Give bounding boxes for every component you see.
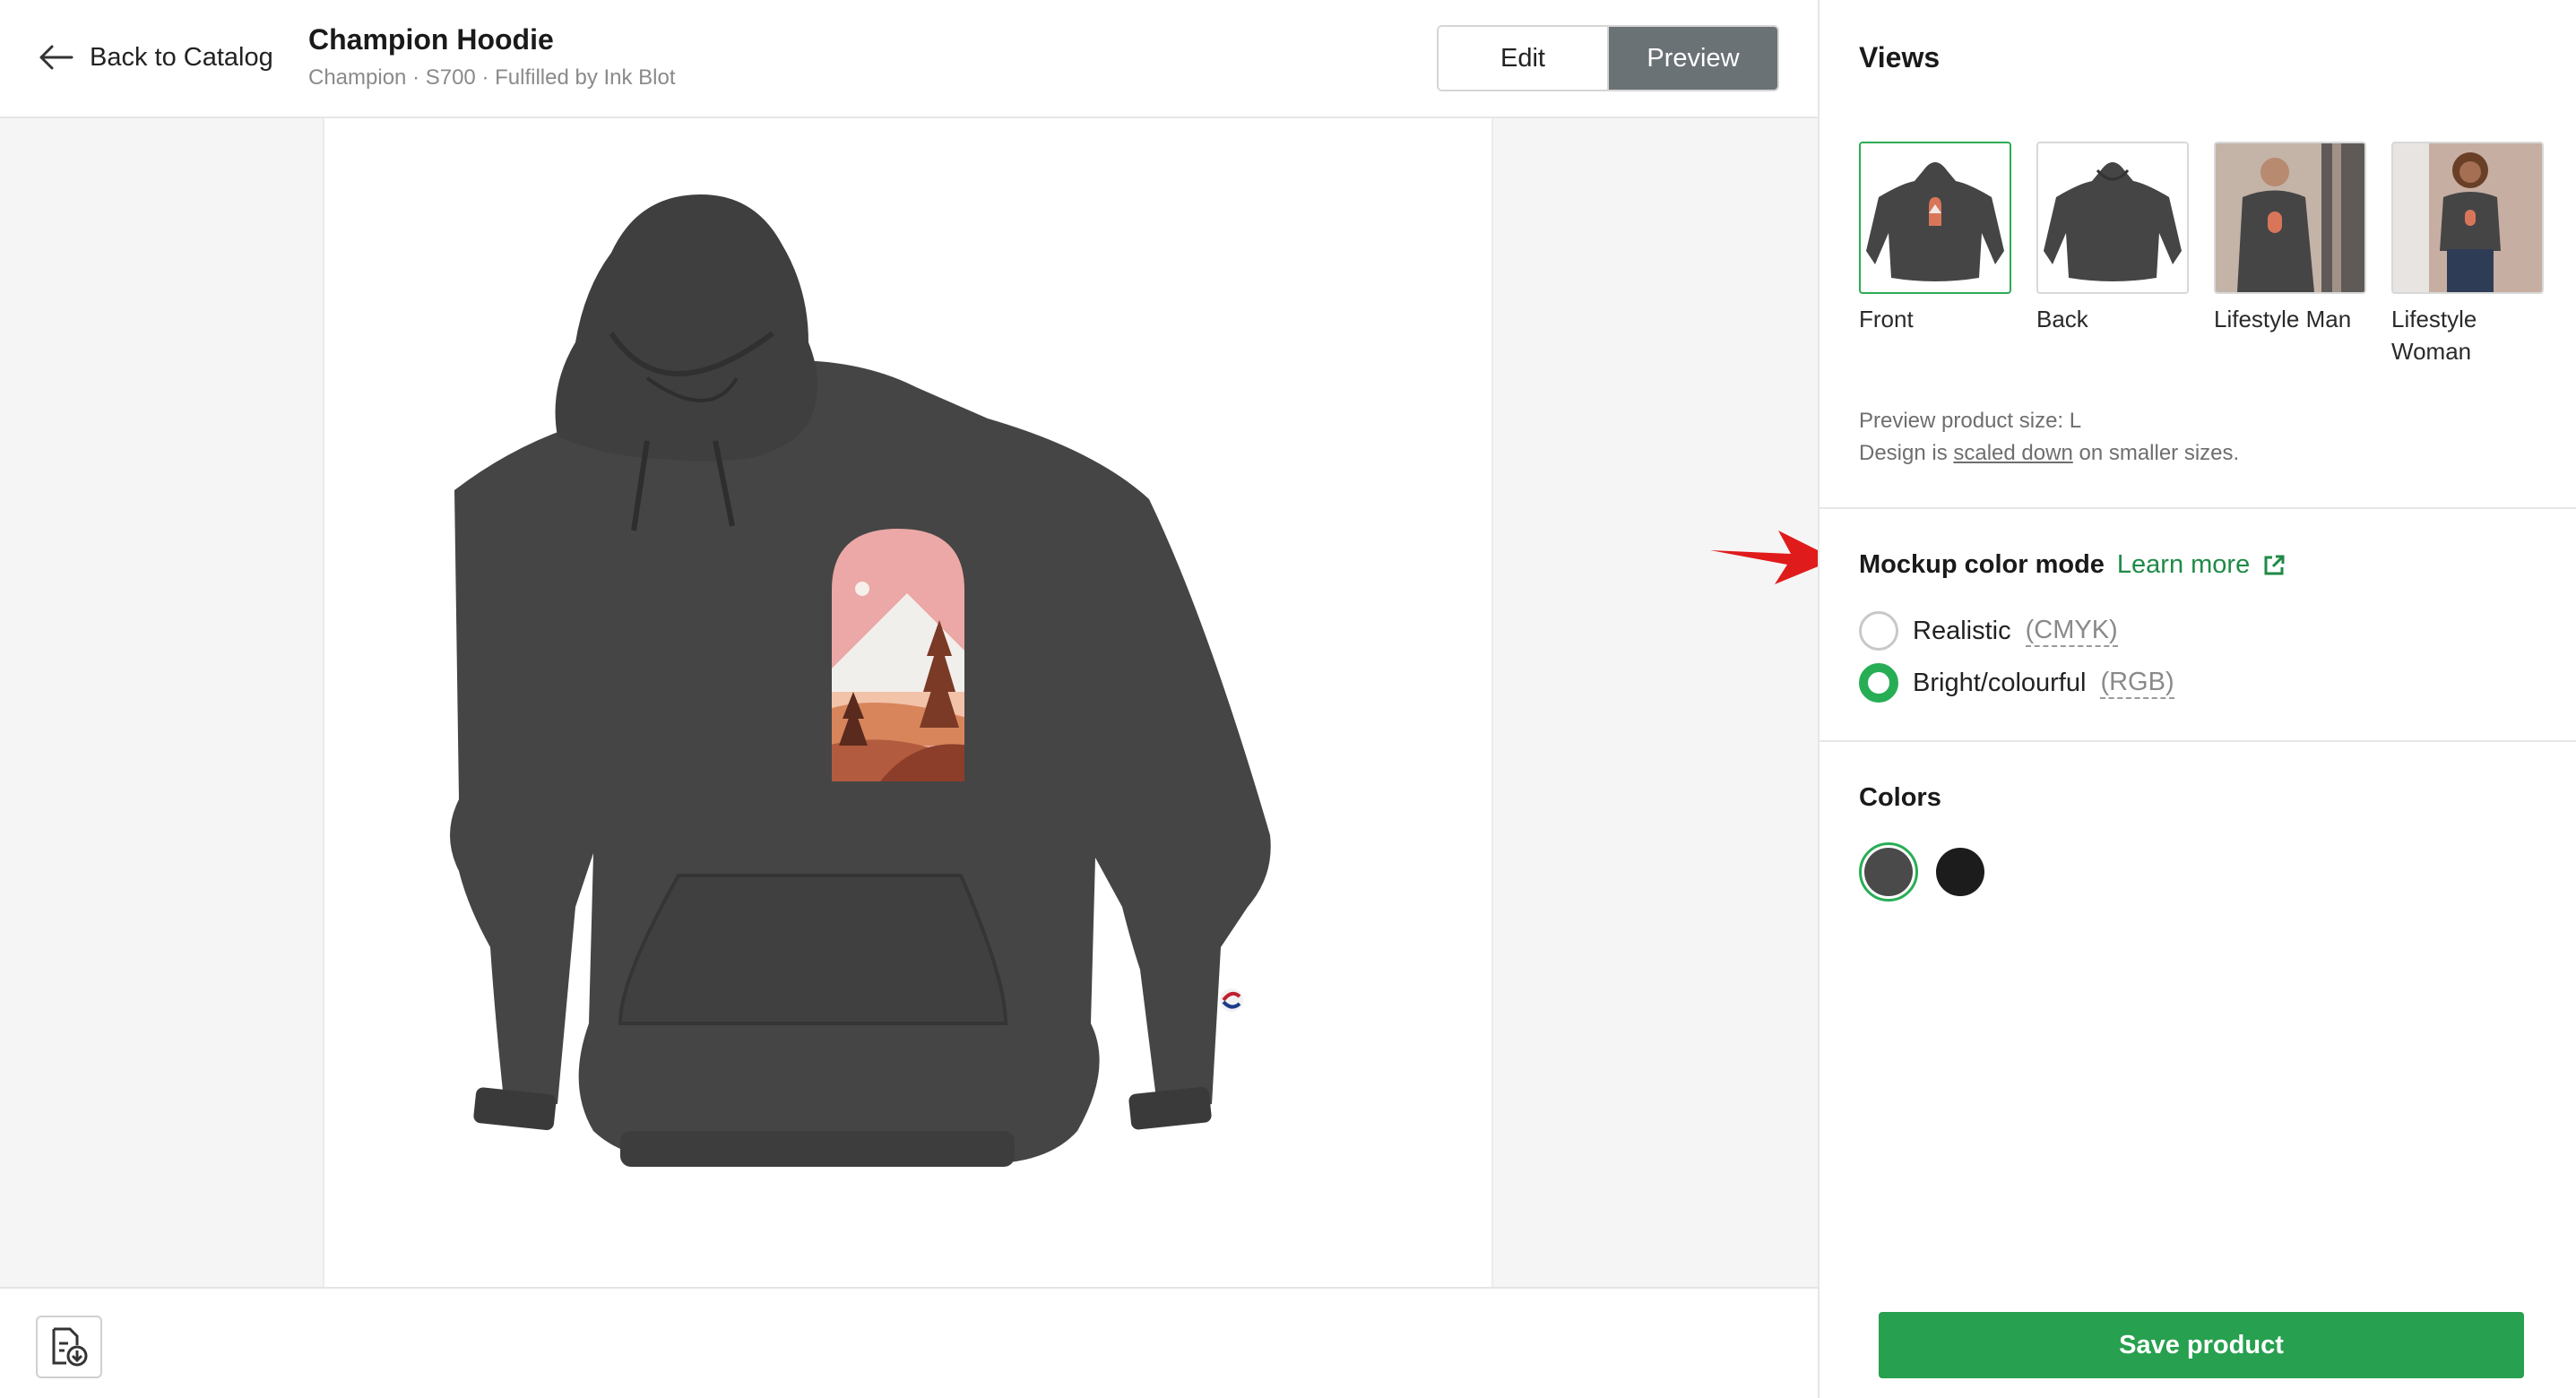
radio-realistic-note: (CMYK) [2025,616,2118,647]
edit-preview-toggle: Edit Preview [1437,25,1779,91]
product-title-block: Champion Hoodie Champion · S700 · Fulfil… [308,23,676,91]
mockup-color-mode-header: Mockup color mode Learn more [1859,550,2286,580]
view-thumb-lifestyle-man[interactable]: Lifestyle Man [2214,142,2366,367]
mockup-color-mode-title: Mockup color mode [1859,550,2105,579]
scale-note: Design is scaled down on smaller sizes. [1859,437,2239,470]
scale-note-pre: Design is [1859,441,1954,465]
thumb-lifestyle-woman-label: Lifestyle Woman [2391,306,2477,365]
view-thumb-lifestyle-woman[interactable]: Lifestyle Woman [2391,142,2544,367]
file-download-icon [52,1327,88,1367]
arrow-left-icon [39,45,73,70]
color-swatch-charcoal[interactable] [1859,842,1918,902]
views-title: Views [1859,41,1941,73]
download-mockup-button[interactable] [36,1316,102,1378]
swatch-fill [1936,848,1984,896]
radio-bright-colourful[interactable]: Bright/colourful (RGB) [1859,663,2174,703]
radio-realistic-label: Realistic [1913,616,2011,645]
external-link-icon[interactable] [2262,554,2286,577]
thumb-back-label: Back [2036,306,2088,332]
radio-bright-control[interactable] [1859,663,1898,703]
thumb-back-image [2036,142,2189,294]
divider [1820,507,2576,509]
view-thumb-front[interactable]: Front [1859,142,2011,367]
annotation-arrow-icon [1710,531,1836,584]
thumb-lifestyle-man-label: Lifestyle Man [2214,306,2352,332]
right-sidebar: Views Front Back Lifestyle Man Lifestyle… [1818,0,2576,1398]
swatch-fill [1864,848,1913,896]
view-thumbnails: Front Back Lifestyle Man Lifestyle Woman [1859,142,2544,367]
page-title: Champion Hoodie [308,23,554,56]
color-swatches [1859,842,1990,902]
radio-bright-note: (RGB) [2100,668,2174,699]
divider [1820,740,2576,742]
print-design [832,529,964,781]
radio-realistic[interactable]: Realistic (CMYK) [1859,611,2118,651]
thumb-front-label: Front [1859,306,1914,332]
size-info: Preview product size: L Design is scaled… [1859,405,2239,470]
product-subtitle: Champion · S700 · Fulfilled by Ink Blot [308,65,676,90]
back-to-catalog-link[interactable]: Back to Catalog [38,34,273,81]
preview-size-text: Preview product size: L [1859,409,2082,433]
save-product-button[interactable]: Save product [1879,1312,2524,1378]
mockup-stage [323,118,1493,1287]
tab-edit[interactable]: Edit [1439,27,1609,90]
footer-bar [0,1287,1818,1398]
thumb-front-image [1859,142,2011,294]
thumb-lifestyle-man-image [2214,142,2366,294]
color-swatch-black[interactable] [1931,842,1990,902]
hoodie-mockup [450,194,1271,1167]
radio-realistic-control[interactable] [1859,611,1898,651]
preview-canvas [0,118,1818,1287]
top-bar: Back to Catalog Champion Hoodie Champion… [0,0,1818,118]
radio-bright-label: Bright/colourful [1913,668,2087,697]
thumb-lifestyle-woman-image [2391,142,2544,294]
champion-logo-icon [1220,988,1243,1012]
view-thumb-back[interactable]: Back [2036,142,2189,367]
back-label: Back to Catalog [90,42,273,72]
scale-note-post: on smaller sizes. [2072,441,2240,465]
colors-title: Colors [1859,783,1941,812]
learn-more-link[interactable]: Learn more [2117,550,2250,580]
tab-preview[interactable]: Preview [1609,27,1777,90]
scaled-down-link[interactable]: scaled down [1953,441,2072,465]
